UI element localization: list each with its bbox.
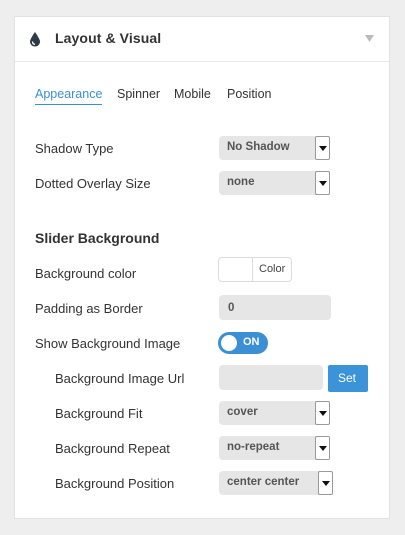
water-drop-icon <box>30 32 40 47</box>
tab-mobile[interactable]: Mobile <box>174 87 211 101</box>
bg-repeat-select[interactable]: no-repeat <box>219 436 330 460</box>
chevron-down-icon <box>318 471 333 495</box>
tab-spinner[interactable]: Spinner <box>117 87 160 101</box>
bg-position-label: Background Position <box>55 476 175 491</box>
tab-appearance[interactable]: Appearance <box>35 87 103 105</box>
bg-image-url-input[interactable] <box>219 365 323 390</box>
bg-repeat-value: no-repeat <box>227 441 280 453</box>
color-button-label: Color <box>259 263 286 275</box>
bg-repeat-label: Background Repeat <box>55 441 170 456</box>
show-bg-image-label: Show Background Image <box>35 336 181 351</box>
chevron-down-icon <box>315 171 330 195</box>
background-color-label: Background color <box>35 266 137 281</box>
toggle-state-label: ON <box>243 336 260 348</box>
panel-title: Layout & Visual <box>55 30 162 46</box>
bg-position-value: center center <box>227 476 300 488</box>
panel-header[interactable]: Layout & Visual <box>15 17 389 62</box>
tab-position[interactable]: Position <box>227 87 271 101</box>
shadow-type-select[interactable]: No Shadow <box>219 136 330 160</box>
color-swatch <box>219 258 253 281</box>
dotted-overlay-value: none <box>227 176 255 188</box>
slider-background-title: Slider Background <box>35 230 160 246</box>
toggle-knob <box>221 335 237 351</box>
show-bg-image-toggle[interactable]: ON <box>218 332 268 354</box>
bg-fit-select[interactable]: cover <box>219 401 330 425</box>
bg-image-url-label: Background Image Url <box>55 371 185 386</box>
padding-border-label: Padding as Border <box>35 301 143 316</box>
chevron-down-icon <box>315 436 330 460</box>
bg-fit-label: Background Fit <box>55 406 143 421</box>
caret-down-icon[interactable] <box>365 34 374 43</box>
chevron-down-icon <box>315 401 330 425</box>
dotted-overlay-label: Dotted Overlay Size <box>35 176 151 191</box>
dotted-overlay-select[interactable]: none <box>219 171 330 195</box>
set-button-label: Set <box>338 371 357 385</box>
set-image-button[interactable]: Set <box>328 365 368 392</box>
padding-border-input[interactable] <box>219 295 331 320</box>
shadow-type-label: Shadow Type <box>35 141 114 156</box>
chevron-down-icon <box>315 136 330 160</box>
layout-visual-panel: Layout & Visual Appearance Spinner Mobil… <box>14 16 390 519</box>
bg-fit-value: cover <box>227 406 258 418</box>
bg-position-select[interactable]: center center <box>219 471 333 495</box>
shadow-type-value: No Shadow <box>227 141 290 153</box>
background-color-picker[interactable]: Color <box>218 257 292 282</box>
